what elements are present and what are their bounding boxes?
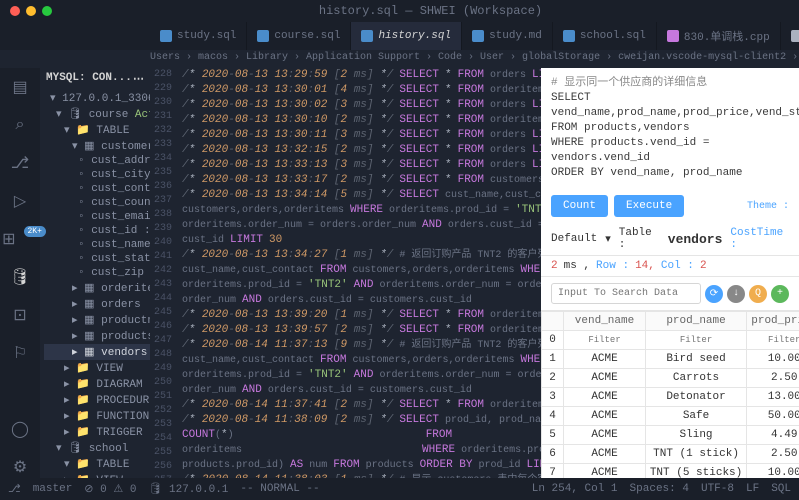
table-row[interactable]: 7ACMETNT (5 sticks)10.00CA [542,464,799,479]
tab-bar: study.sqlcourse.sqlhistory.sqlstudy.mdsc… [0,22,799,50]
tab[interactable]: school.sql [553,22,657,50]
tree-node[interactable]: ▾ 🛢 course Active [44,106,150,122]
tree-node[interactable]: ▸ ▦ products [44,328,150,344]
tab[interactable]: Preview study.md [781,22,799,50]
minimize-icon[interactable] [26,6,36,16]
result-table[interactable]: vend_nameprod_nameprod_pricevend_state01… [541,311,799,478]
tab[interactable]: study.md [462,22,553,50]
file-icon [472,30,484,42]
tree-node[interactable]: ▸ ▦ productnotes [44,312,150,328]
window-title: history.sql — SHWEI (Workspace) [62,4,799,18]
tab[interactable]: course.sql [247,22,351,50]
schema-select[interactable]: Default [551,233,597,245]
tree-node[interactable]: ◦ cust_city : char(50) [44,168,150,182]
filter-icon[interactable]: Q [749,285,767,303]
tab[interactable]: history.sql [351,22,462,50]
remote-icon[interactable]: ⊡ [9,304,31,326]
export-icon[interactable]: ↓ [727,285,745,303]
close-icon[interactable] [10,6,20,16]
status-bar: ⎇master ⊘ 0 ⚠ 0 🛢 127.0.0.1 -- NORMAL --… [0,478,799,500]
tree-node[interactable]: ▸ ▦ orders [44,296,150,312]
tree-node[interactable]: ◦ cust_name : char(5… [44,238,150,252]
account-icon[interactable]: ◯ [9,418,31,440]
sql-comment: # 显示同一个供应商的详细信息 [551,76,789,91]
table-row[interactable]: 6ACMETNT (1 stick)2.50CA [542,445,799,464]
tree-node[interactable]: ◦ cust_address : char… [44,154,150,168]
titlebar: history.sql — SHWEI (Workspace) [0,0,799,22]
refresh-icon[interactable]: ⟳ [705,285,723,303]
tab[interactable]: 830.单调栈.cpp [657,22,781,50]
tree-node[interactable]: ▾ 🛢 school [44,440,150,456]
explorer-title: MYSQL: CON... [46,72,132,86]
tree-node[interactable]: ◦ cust_email : char(25… [44,210,150,224]
tree-node[interactable]: ◦ cust_country : char… [44,196,150,210]
result-panel: # 显示同一个供应商的详细信息 SELECT vend_name,prod_na… [541,68,799,478]
tree-node[interactable]: ◦ cust_id : int Primar… [44,224,150,238]
tree-node[interactable]: ◦ cust_contact : char… [44,182,150,196]
debug-icon[interactable]: ▷ [9,190,31,212]
bookmark-icon[interactable]: ⚐ [9,342,31,364]
tree-node[interactable]: ▾ 📁 TABLE [44,122,150,138]
branch-icon[interactable]: ⎇ [8,482,21,496]
tree-node[interactable]: ▸ 📁 PROCEDURE [44,392,150,408]
database-icon[interactable]: 🛢 [9,266,31,288]
col-header[interactable]: prod_name [645,312,746,331]
search-icon[interactable]: ⌕ [9,114,31,136]
file-icon [667,30,679,42]
tree-node[interactable]: ▾ 127.0.0.1_3306_root [44,90,150,106]
tree-node[interactable]: ▸ 📁 TRIGGER [44,424,150,440]
filter-input[interactable] [751,335,799,345]
table-row[interactable]: 3ACMEDetonator13.00CA [542,388,799,407]
table-row[interactable]: 4ACMESafe50.00CA [542,407,799,426]
tree-node[interactable]: ▸ 📁 DIAGRAM [44,376,150,392]
tree-node[interactable]: ▸ ▦ orderitems [44,280,150,296]
count-button[interactable]: Count [551,195,608,217]
tree-node[interactable]: ◦ cust_zip : char(10) [44,266,150,280]
activity-bar: ▤ ⌕ ⎇ ▷ ⊞2K+ 🛢 ⊡ ⚐ ◯ ⚙ [0,68,40,478]
filter-input[interactable] [650,335,742,345]
breadcrumb[interactable]: Users › macos › Library › Application Su… [0,50,799,68]
files-icon[interactable]: ▤ [9,76,31,98]
file-icon [257,30,269,42]
table-row[interactable]: 1ACMEBird seed10.00CA [542,350,799,369]
col-header[interactable]: prod_price [747,312,799,331]
tree-node[interactable]: ▸ 📁 FUNCTION [44,408,150,424]
table-name: vendors [668,232,723,247]
search-input[interactable] [551,283,701,304]
table-row[interactable]: 5ACMESling4.49CA [542,426,799,445]
extensions-icon[interactable]: ⊞2K+ [9,228,31,250]
execute-button[interactable]: Execute [614,195,684,217]
add-icon[interactable]: + [771,285,789,303]
file-icon [160,30,172,42]
vim-mode: -- NORMAL -- [240,483,319,495]
tree-node[interactable]: ▾ ▦ customers [44,138,150,154]
explorer: MYSQL: CON...⋯ ▾ 127.0.0.1_3306_root▾ 🛢 … [40,68,150,478]
file-icon [563,30,575,42]
theme-label[interactable]: Theme : [747,201,789,212]
table-row[interactable]: 2ACMECarrots2.50CA [542,369,799,388]
gear-icon[interactable]: ⚙ [9,456,31,478]
editor[interactable]: 228 229 230 231 232 233 234 235 236 237 … [150,68,541,478]
col-header[interactable]: vend_name [564,312,646,331]
file-icon [791,30,799,42]
tab[interactable]: study.sql [150,22,247,50]
file-icon [361,30,373,42]
more-icon[interactable]: ⋯ [133,72,144,86]
tree-node[interactable]: ▸ 📁 VIEW [44,360,150,376]
tree-node[interactable]: ▾ 📁 TABLE [44,456,150,472]
filter-input[interactable] [568,335,641,345]
tree-node[interactable]: ▸ ▦ vendors [44,344,150,360]
maximize-icon[interactable] [42,6,52,16]
scm-icon[interactable]: ⎇ [9,152,31,174]
tree-node[interactable]: ◦ cust_state : char(5) [44,252,150,266]
tree-node[interactable]: ▸ 📁 VIEW [44,472,150,478]
